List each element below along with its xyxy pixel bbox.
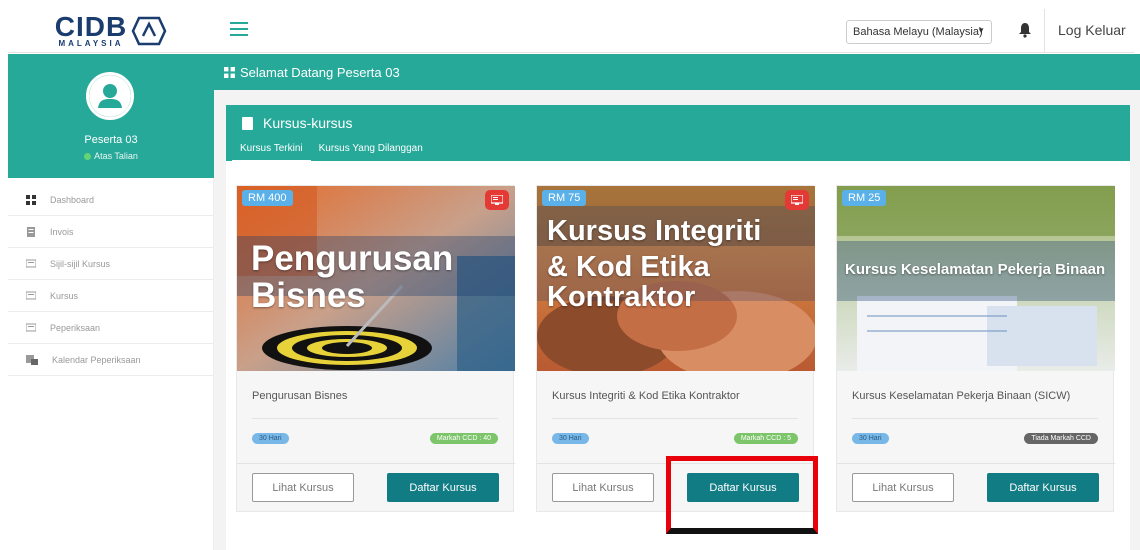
card-footer: Lihat Kursus Daftar Kursus bbox=[837, 463, 1115, 513]
divider bbox=[852, 418, 1098, 419]
highlight-annotation bbox=[666, 456, 818, 534]
language-select[interactable]: Bahasa Melayu (Malaysia) ▼ bbox=[846, 20, 992, 44]
menu-toggle-icon[interactable] bbox=[230, 22, 248, 38]
online-course-icon bbox=[485, 190, 509, 210]
welcome-bar: Selamat Datang Peserta 03 bbox=[214, 54, 1140, 90]
enroll-course-button[interactable]: Daftar Kursus bbox=[387, 473, 499, 502]
logout-link[interactable]: Log Keluar bbox=[1058, 22, 1126, 38]
course-card: Pengurusan Bisnes RM 400 Pengurusan Bisn… bbox=[236, 185, 515, 513]
price-badge: RM 75 bbox=[542, 190, 587, 206]
chevron-down-icon: ▼ bbox=[977, 26, 985, 35]
dashboard-icon bbox=[224, 66, 235, 78]
enroll-course-button[interactable]: Daftar Kursus bbox=[987, 473, 1099, 502]
user-avatar-icon bbox=[89, 75, 131, 117]
panel-title: Kursus-kursus bbox=[242, 115, 352, 131]
sidebar-item-certificates[interactable]: Sijil-sijil Kursus bbox=[8, 248, 213, 280]
cidb-logo[interactable]: CIDB MALAYSIA bbox=[8, 9, 214, 53]
logo-subtitle: MALAYSIA bbox=[58, 38, 124, 48]
logo-text: CIDB bbox=[54, 10, 128, 42]
ccd-badge: Markah CCD : 40 bbox=[429, 433, 498, 444]
invoice-icon bbox=[27, 226, 35, 237]
ccd-badge: Tiada Markah CCD bbox=[1024, 433, 1098, 444]
book-icon bbox=[242, 116, 253, 130]
status-text: Atas Talian bbox=[94, 151, 138, 161]
language-value: Bahasa Melayu (Malaysia) bbox=[853, 26, 983, 38]
exam-icon bbox=[26, 323, 36, 331]
panel-title-text: Kursus-kursus bbox=[263, 115, 353, 131]
view-course-button[interactable]: Lihat Kursus bbox=[252, 473, 354, 502]
construction-safety-illustration bbox=[837, 186, 1115, 371]
sidebar-item-label: Kalendar Peperiksaan bbox=[52, 354, 141, 365]
course-image-title-line-1: Kursus Integriti bbox=[547, 215, 762, 247]
divider bbox=[1044, 9, 1045, 53]
app-window: CIDB MALAYSIA Bahasa Melayu (Malaysia) ▼… bbox=[0, 0, 1140, 550]
course-name[interactable]: Kursus Keselamatan Pekerja Binaan (SICW) bbox=[852, 390, 1070, 402]
course-tabs: Kursus Terkini Kursus Yang Dilanggan bbox=[232, 139, 431, 162]
sidebar-item-exam-calendar[interactable]: Kalendar Peperiksaan bbox=[8, 344, 213, 376]
view-course-button[interactable]: Lihat Kursus bbox=[852, 473, 954, 502]
welcome-text: Selamat Datang Peserta 03 bbox=[240, 64, 400, 80]
notification-bell-icon[interactable] bbox=[1018, 22, 1032, 38]
divider bbox=[552, 418, 798, 419]
sidebar-item-exams[interactable]: Peperiksaan bbox=[8, 312, 213, 344]
online-dot-icon bbox=[84, 153, 92, 161]
ccd-badge: Markah CCD : 5 bbox=[733, 433, 798, 444]
course-image-title-line-2: & Kod Etika Kontraktor bbox=[547, 251, 710, 314]
tab-latest-courses[interactable]: Kursus Terkini bbox=[232, 139, 311, 162]
view-course-button[interactable]: Lihat Kursus bbox=[552, 473, 654, 502]
price-badge: RM 400 bbox=[242, 190, 293, 206]
tab-subscribed-courses[interactable]: Kursus Yang Dilanggan bbox=[311, 139, 431, 162]
course-image[interactable]: Kursus Keselamatan Pekerja Binaan RM 25 bbox=[837, 186, 1115, 371]
sidebar-item-label: Kursus bbox=[50, 290, 79, 301]
dashboard-icon bbox=[26, 194, 36, 205]
top-bar: CIDB MALAYSIA Bahasa Melayu (Malaysia) ▼… bbox=[8, 9, 1134, 53]
profile-name: Peserta 03 bbox=[84, 134, 138, 146]
online-status: Atas Talian bbox=[8, 151, 214, 161]
course-image[interactable]: Kursus Integriti & Kod Etika Kontraktor … bbox=[537, 186, 815, 371]
sidebar-item-label: Sijil-sijil Kursus bbox=[50, 258, 111, 269]
course-card: Kursus Keselamatan Pekerja Binaan RM 25 … bbox=[836, 185, 1115, 513]
course-name[interactable]: Kursus Integriti & Kod Etika Kontraktor bbox=[552, 390, 740, 402]
sidebar-menu: Dashboard Invois Sijil-sijil Kursus Kurs… bbox=[8, 184, 213, 376]
sidebar-item-label: Dashboard bbox=[50, 194, 95, 205]
certificate-icon bbox=[26, 259, 36, 267]
avatar[interactable] bbox=[86, 72, 134, 120]
sidebar-item-dashboard[interactable]: Dashboard bbox=[8, 184, 213, 216]
sidebar-item-invoice[interactable]: Invois bbox=[8, 216, 213, 248]
duration-badge: 30 Hari bbox=[852, 433, 889, 444]
course-icon bbox=[26, 291, 36, 299]
course-image-title: Kursus Keselamatan Pekerja Binaan bbox=[845, 261, 1106, 278]
card-footer: Lihat Kursus Daftar Kursus bbox=[237, 463, 515, 513]
course-image[interactable]: Pengurusan Bisnes RM 400 bbox=[237, 186, 515, 371]
sidebar: Peserta 03 Atas Talian Dashboard Invois … bbox=[8, 54, 214, 550]
logo-mark-icon bbox=[131, 16, 167, 46]
sidebar-item-label: Peperiksaan bbox=[50, 322, 101, 333]
course-image-title: Pengurusan Bisnes bbox=[251, 239, 454, 315]
course-name[interactable]: Pengurusan Bisnes bbox=[252, 390, 347, 402]
price-badge: RM 25 bbox=[842, 190, 887, 206]
divider bbox=[252, 418, 498, 419]
profile-card: Peserta 03 Atas Talian bbox=[8, 54, 214, 178]
online-course-icon bbox=[785, 190, 809, 210]
calendar-icon bbox=[26, 354, 38, 365]
panel-header: Kursus-kursus Kursus Terkini Kursus Yang… bbox=[226, 105, 1130, 162]
duration-badge: 30 Hari bbox=[552, 433, 589, 444]
sidebar-item-courses[interactable]: Kursus bbox=[8, 280, 213, 312]
duration-badge: 30 Hari bbox=[252, 433, 289, 444]
sidebar-item-label: Invois bbox=[50, 226, 74, 237]
